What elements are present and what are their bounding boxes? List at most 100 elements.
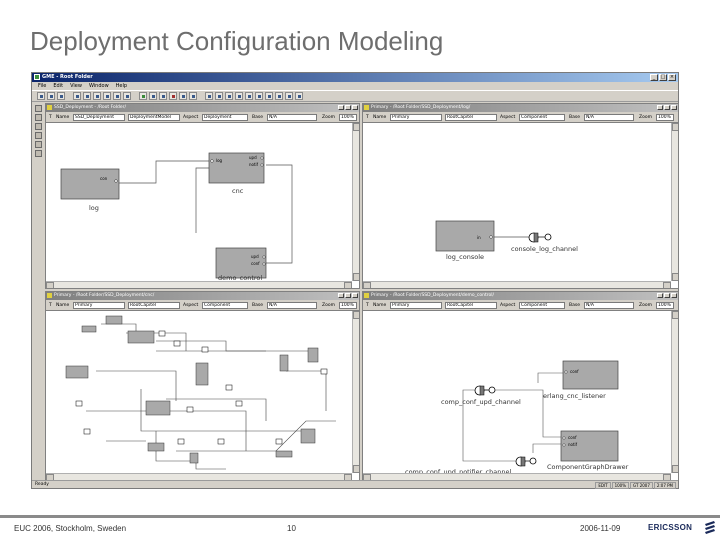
subwindow-titlebar[interactable]: SSD_Deployment - /Root Folder/	[46, 104, 359, 112]
model-canvas[interactable]: con log log upd notif cnc upd conf demo_…	[46, 123, 352, 282]
component-box-log-console[interactable]	[435, 220, 495, 252]
sub-close-button[interactable]	[352, 293, 358, 298]
model-canvas[interactable]: in log_console console_log_channel	[363, 123, 671, 281]
zoom-icon[interactable]	[189, 92, 197, 100]
sub-close-button[interactable]	[671, 293, 677, 298]
paste-icon[interactable]	[93, 92, 101, 100]
constraint-icon[interactable]	[159, 92, 167, 100]
tile-horizontal-icon[interactable]	[215, 92, 223, 100]
window-icon[interactable]	[255, 92, 263, 100]
layout-icon[interactable]	[265, 92, 273, 100]
menu-edit[interactable]: Edit	[53, 82, 63, 90]
name-field[interactable]: Primary	[73, 302, 125, 309]
model-canvas[interactable]: conf conf notif erlang_cnc_listener comp…	[363, 311, 671, 476]
sub-close-button[interactable]	[671, 105, 677, 110]
sub-minimize-button[interactable]	[657, 105, 663, 110]
undo-icon[interactable]	[113, 92, 121, 100]
set-mode-icon[interactable]	[34, 132, 42, 139]
property-bar: T Name Primary RootCapitel Aspect Compon…	[363, 300, 678, 311]
vertical-scrollbar[interactable]	[352, 311, 359, 473]
panel-icon[interactable]	[275, 92, 283, 100]
base-label: Base	[252, 303, 263, 308]
type-marker: T	[366, 115, 369, 120]
sub-minimize-button[interactable]	[338, 105, 344, 110]
component-box-log[interactable]	[60, 168, 120, 200]
menu-file[interactable]: File	[38, 82, 46, 90]
tile-vertical-icon[interactable]	[225, 92, 233, 100]
connect-mode-icon[interactable]	[34, 114, 42, 121]
type-field: RootCapitel	[128, 302, 180, 309]
sub-maximize-button[interactable]	[664, 105, 670, 110]
app-titlebar[interactable]: GME - Root Folder _ □ ×	[32, 73, 678, 82]
save-icon[interactable]	[57, 92, 65, 100]
edit-mode-icon[interactable]	[34, 105, 42, 112]
new-icon[interactable]	[37, 92, 45, 100]
visualize-mode-icon[interactable]	[34, 150, 42, 157]
menu-window[interactable]: Window	[89, 82, 109, 90]
subwindow-titlebar[interactable]: Primary - /Root Folder/SSD_Deployment/lo…	[363, 104, 678, 112]
zoom-label: Zoom	[322, 303, 335, 308]
component-box-erlang-cnc-listener[interactable]	[562, 360, 619, 390]
disconnect-mode-icon[interactable]	[34, 123, 42, 130]
aspect-select[interactable]: Component	[202, 302, 248, 309]
zoom-mode-icon[interactable]	[34, 141, 42, 148]
base-label: Base	[569, 115, 580, 120]
sub-maximize-button[interactable]	[664, 293, 670, 298]
grid-icon[interactable]	[245, 92, 253, 100]
aspect-select[interactable]: Component	[519, 114, 565, 121]
box-label-component-graph-drawer: ComponentGraphDrawer	[547, 463, 629, 471]
aspect-select[interactable]: Deployment	[202, 114, 248, 121]
zoom-select[interactable]: 100%	[656, 114, 674, 121]
subwindow-titlebar[interactable]: Primary - /Root Folder/SSD_Deployment/de…	[363, 292, 678, 300]
cut-icon[interactable]	[73, 92, 81, 100]
deployment-diagram: con log log upd notif cnc upd conf	[60, 152, 293, 279]
vertical-scrollbar[interactable]	[671, 123, 678, 281]
horizontal-scrollbar[interactable]	[46, 281, 352, 288]
sub-minimize-button[interactable]	[338, 293, 344, 298]
stop-icon[interactable]	[169, 92, 177, 100]
vertical-scrollbar[interactable]	[671, 311, 678, 473]
sub-close-button[interactable]	[352, 105, 358, 110]
name-field[interactable]: SSD_Deployment	[73, 114, 125, 121]
type-marker: T	[49, 115, 52, 120]
name-field[interactable]: Primary	[390, 302, 442, 309]
base-field: N/A	[267, 302, 317, 309]
plugin-icon[interactable]	[179, 92, 187, 100]
model-canvas[interactable]	[46, 311, 352, 473]
name-label: Name	[373, 303, 387, 308]
menu-bar: File Edit View Window Help	[32, 82, 678, 90]
print-icon[interactable]	[103, 92, 111, 100]
copy-icon[interactable]	[83, 92, 91, 100]
sub-maximize-button[interactable]	[345, 105, 351, 110]
box-label-log-console: log_console	[446, 253, 484, 261]
list-icon[interactable]	[295, 92, 303, 100]
horizontal-scrollbar[interactable]	[46, 473, 352, 480]
brand-name: ERICSSON	[648, 523, 693, 532]
name-field[interactable]: Primary	[390, 114, 442, 121]
toggle-icon[interactable]	[285, 92, 293, 100]
maximize-button[interactable]: □	[659, 74, 667, 81]
interpret-icon[interactable]	[149, 92, 157, 100]
zoom-select[interactable]: 100%	[656, 302, 674, 309]
open-icon[interactable]	[47, 92, 55, 100]
footer-event: EUC 2006, Stockholm, Sweden	[14, 524, 127, 533]
zoom-select[interactable]: 100%	[339, 302, 357, 309]
sub-minimize-button[interactable]	[657, 293, 663, 298]
cascade-icon[interactable]	[205, 92, 213, 100]
zoom-select[interactable]: 100%	[339, 114, 357, 121]
footer-date: 2006-11-09	[580, 524, 621, 533]
horizontal-scrollbar[interactable]	[363, 281, 671, 288]
check-icon[interactable]	[139, 92, 147, 100]
arrange-icon[interactable]	[235, 92, 243, 100]
subwindow-titlebar[interactable]: Primary - /Root Folder/SSD_Deployment/cn…	[46, 292, 359, 300]
redo-icon[interactable]	[123, 92, 131, 100]
close-button[interactable]: ×	[668, 74, 676, 81]
vertical-scrollbar[interactable]	[352, 123, 359, 281]
menu-help[interactable]: Help	[116, 82, 127, 90]
minimize-button[interactable]: _	[650, 74, 658, 81]
aspect-select[interactable]: Component	[519, 302, 565, 309]
menu-view[interactable]: View	[70, 82, 82, 90]
horizontal-scrollbar[interactable]	[363, 473, 671, 480]
sub-maximize-button[interactable]	[345, 293, 351, 298]
demo-control-diagram: conf conf notif	[462, 360, 619, 467]
